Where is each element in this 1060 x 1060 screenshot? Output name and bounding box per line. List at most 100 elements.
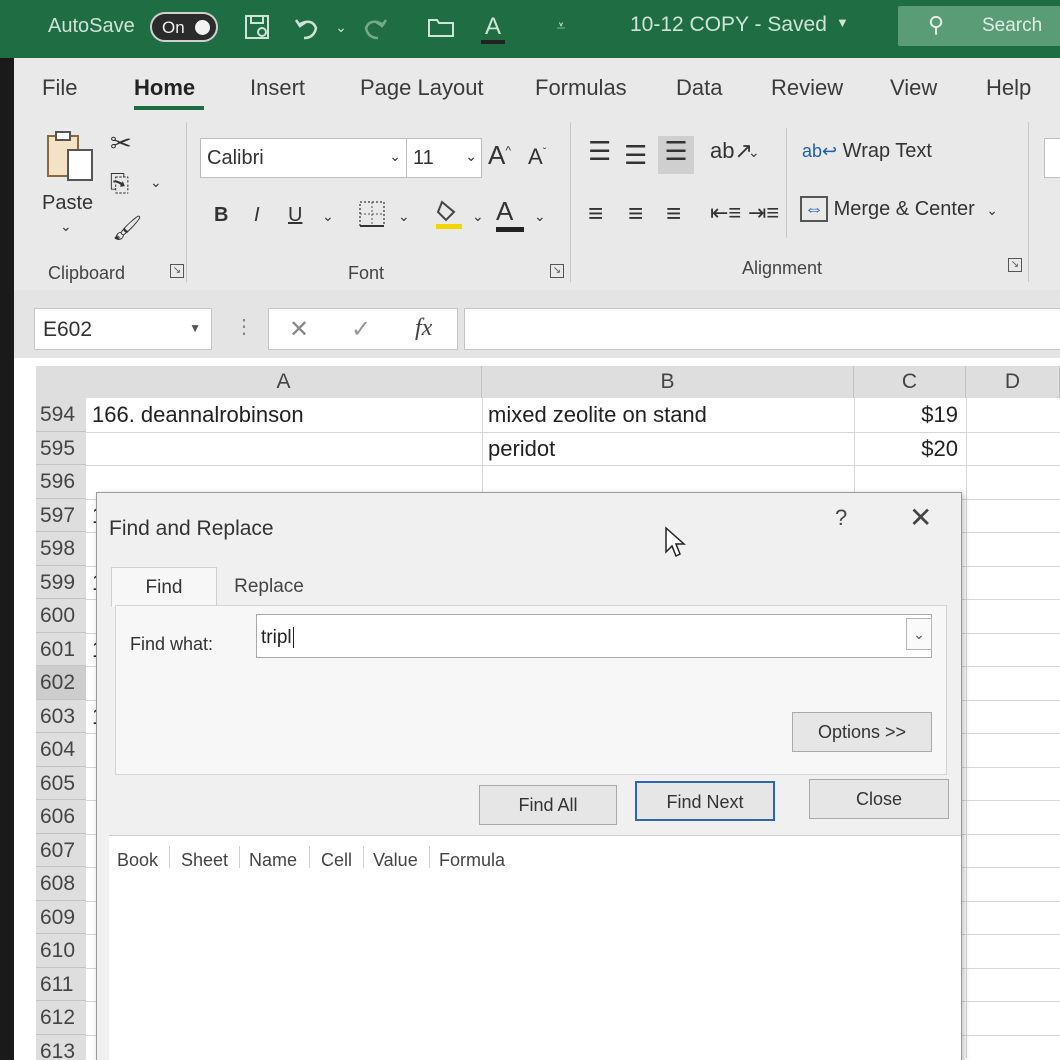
tab-insert[interactable]: Insert [250, 75, 305, 101]
shrink-font-icon[interactable]: Aˇ [528, 144, 546, 170]
bold-button[interactable]: B [214, 204, 228, 227]
borders-dropdown-icon[interactable]: ⌄ [398, 208, 410, 225]
align-middle-icon[interactable]: ☰ [624, 140, 647, 171]
align-bottom-icon[interactable]: ☰ [658, 136, 694, 174]
find-what-dropdown-icon[interactable]: ⌄ [906, 618, 932, 650]
fill-color-dropdown-icon[interactable]: ⌄ [472, 208, 484, 225]
align-center-icon[interactable]: ≡ [628, 198, 643, 229]
grow-font-icon[interactable]: A^ [488, 140, 511, 171]
find-what-input[interactable]: tripl [256, 614, 932, 658]
italic-button[interactable]: I [254, 204, 260, 227]
row-header[interactable]: 606 [36, 800, 86, 834]
paste-dropdown-icon[interactable]: ⌄ [60, 218, 72, 235]
font-name-combo[interactable]: Calibri ⌄ [200, 138, 408, 178]
enter-icon[interactable]: ✓ [351, 315, 371, 344]
more-icon[interactable]: ⋮ [234, 314, 254, 339]
customize-qat-icon[interactable]: ⩡ [546, 12, 576, 42]
row-header[interactable]: 613 [36, 1034, 86, 1060]
font-launcher-icon[interactable]: ↘ [550, 264, 564, 278]
redo-icon[interactable] [360, 12, 390, 42]
title-dropdown-icon[interactable]: ▼ [836, 15, 849, 30]
select-all-corner[interactable] [36, 366, 86, 398]
help-icon[interactable]: ? [835, 505, 847, 531]
tab-review[interactable]: Review [771, 75, 843, 101]
row-header[interactable]: 603 [36, 699, 86, 733]
result-column-book[interactable]: Book [117, 850, 158, 871]
autosave-toggle[interactable]: On [150, 12, 218, 42]
save-icon[interactable] [242, 12, 272, 42]
row-header[interactable]: 595 [36, 431, 86, 465]
align-top-icon[interactable]: ☰ [588, 136, 611, 167]
undo-icon[interactable] [292, 12, 322, 42]
font-color-button[interactable]: A [496, 196, 524, 232]
row-header[interactable]: 594 [36, 398, 86, 432]
close-button[interactable]: Close [809, 779, 949, 819]
row-header[interactable]: 600 [36, 599, 86, 633]
number-format-combo[interactable] [1044, 138, 1060, 178]
row-header[interactable]: 599 [36, 565, 86, 599]
decrease-indent-icon[interactable]: ⇤≡ [710, 200, 741, 226]
tab-help[interactable]: Help [986, 75, 1031, 101]
font-size-combo[interactable]: 11 ⌄ [406, 138, 482, 178]
cell-c[interactable]: $19 [854, 402, 958, 428]
tab-replace[interactable]: Replace [219, 567, 319, 607]
name-box[interactable]: E602 ▼ [34, 308, 212, 350]
tab-page-layout[interactable]: Page Layout [360, 75, 484, 101]
row-header[interactable]: 605 [36, 766, 86, 800]
font-color-icon[interactable]: A [478, 12, 508, 44]
row-header[interactable]: 602 [36, 666, 86, 700]
tab-home[interactable]: Home [134, 75, 195, 101]
result-column-sheet[interactable]: Sheet [181, 850, 228, 871]
result-column-value[interactable]: Value [373, 850, 418, 871]
increase-indent-icon[interactable]: ⇥≡ [748, 200, 779, 226]
row-header[interactable]: 611 [36, 967, 86, 1001]
open-folder-icon[interactable] [426, 12, 456, 42]
close-icon[interactable]: ✕ [909, 501, 932, 534]
result-column-cell[interactable]: Cell [321, 850, 352, 871]
row-header[interactable]: 610 [36, 934, 86, 968]
row-header[interactable]: 608 [36, 867, 86, 901]
align-left-icon[interactable]: ≡ [588, 198, 603, 229]
align-right-icon[interactable]: ≡ [666, 198, 681, 229]
row-header[interactable]: 607 [36, 833, 86, 867]
find-next-button[interactable]: Find Next [635, 781, 775, 821]
row-header[interactable]: 601 [36, 632, 86, 666]
clipboard-launcher-icon[interactable]: ↘ [170, 264, 184, 278]
result-column-name[interactable]: Name [249, 850, 297, 871]
row-header[interactable]: 609 [36, 900, 86, 934]
merge-center-button[interactable]: ⇔ Merge & Center ⌄ [800, 196, 998, 222]
underline-button[interactable]: U [288, 204, 302, 227]
cell-b[interactable]: peridot [488, 436, 555, 462]
wrap-text-button[interactable]: ab↩ Wrap Text [802, 140, 932, 163]
tab-formulas[interactable]: Formulas [535, 75, 627, 101]
row-header[interactable]: 596 [36, 465, 86, 499]
borders-icon[interactable] [358, 200, 386, 234]
copy-icon[interactable]: ⎘ [110, 170, 129, 198]
orientation-dropdown-icon[interactable]: ⌄ [748, 144, 760, 161]
paste-button[interactable] [42, 128, 98, 194]
undo-dropdown-icon[interactable]: ⌄ [326, 12, 356, 42]
copy-dropdown-icon[interactable]: ⌄ [150, 174, 162, 191]
tab-data[interactable]: Data [676, 75, 722, 101]
tab-file[interactable]: File [42, 75, 77, 101]
column-header-c[interactable]: C [854, 366, 966, 398]
insert-function-icon[interactable]: fx [415, 315, 432, 342]
tab-find[interactable]: Find [111, 567, 217, 607]
cut-icon[interactable]: ✂ [110, 128, 132, 159]
column-header-b[interactable]: B [482, 366, 854, 398]
results-list[interactable]: Book Sheet Name Cell Value Formula [109, 835, 961, 1060]
result-column-formula[interactable]: Formula [439, 850, 505, 871]
cancel-icon[interactable]: ✕ [289, 315, 309, 344]
alignment-launcher-icon[interactable]: ↘ [1008, 258, 1022, 272]
formula-input[interactable] [464, 308, 1060, 350]
row-header[interactable]: 612 [36, 1001, 86, 1035]
format-painter-icon[interactable]: 🖌 [112, 214, 142, 243]
search-box[interactable]: ⚲ Search [898, 6, 1060, 46]
fill-color-icon[interactable] [434, 198, 464, 236]
cell-b[interactable]: mixed zeolite on stand [488, 402, 707, 428]
row-header[interactable]: 597 [36, 498, 86, 532]
underline-dropdown-icon[interactable]: ⌄ [322, 208, 334, 225]
tab-view[interactable]: View [890, 75, 937, 101]
column-header-d[interactable]: D [966, 366, 1060, 398]
row-header[interactable]: 598 [36, 532, 86, 566]
